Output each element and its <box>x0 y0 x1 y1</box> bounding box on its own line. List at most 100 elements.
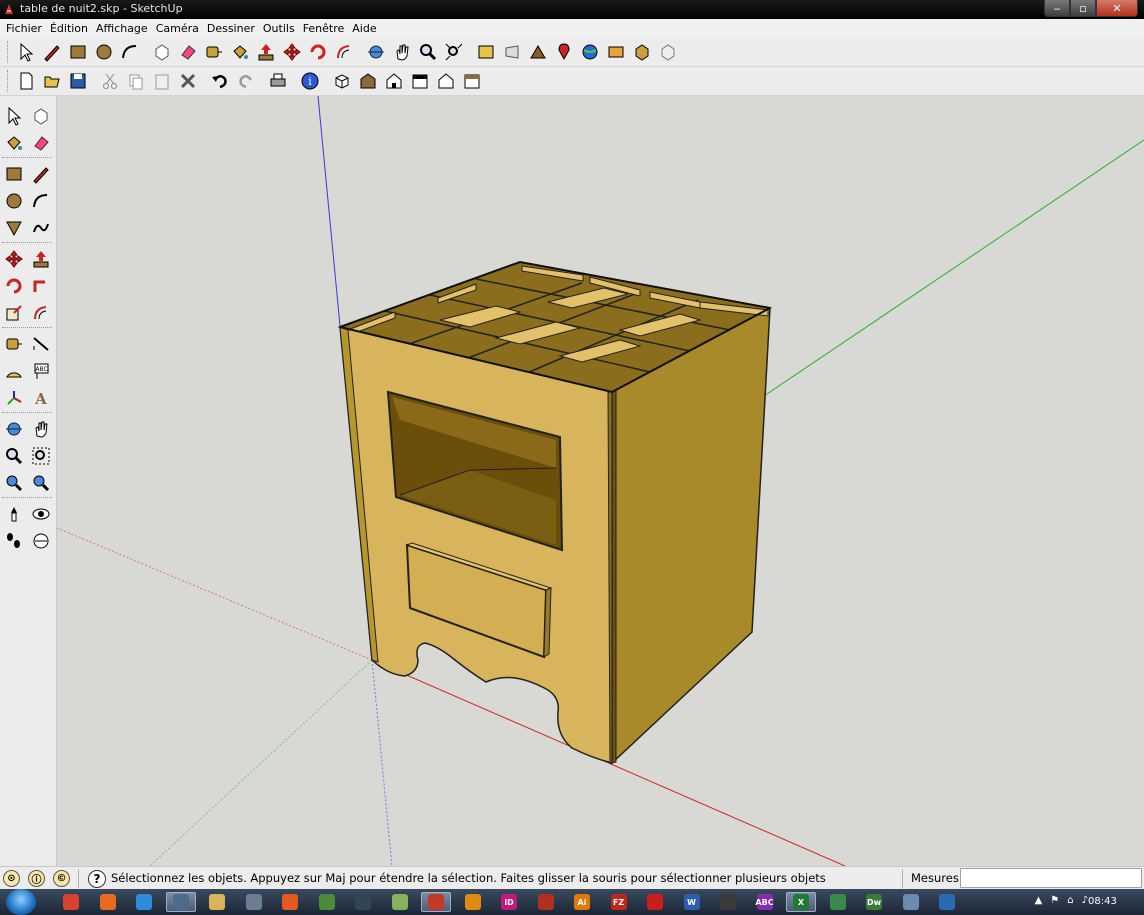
taskbar-filezilla[interactable]: FZ <box>604 892 634 912</box>
menu-fichier[interactable]: Fichier <box>2 19 46 38</box>
left-follow-me-button[interactable] <box>29 274 53 298</box>
taskbar-camera-app[interactable] <box>165 892 196 912</box>
credits-icon[interactable]: ⓘ <box>28 870 45 887</box>
taskbar-ie[interactable] <box>129 892 159 912</box>
taskbar-rss[interactable] <box>275 892 305 912</box>
model-info-button[interactable]: i <box>297 68 323 94</box>
iso-view-button[interactable] <box>329 68 355 94</box>
flag-icon[interactable]: ⚑ <box>1050 895 1059 906</box>
taskbar-explorer[interactable] <box>202 892 232 912</box>
taskbar-firefox[interactable] <box>93 892 123 912</box>
taskbar-chrome[interactable] <box>56 892 86 912</box>
left-rectangle-button[interactable] <box>2 162 26 186</box>
tape-measure-button[interactable] <box>201 39 227 65</box>
left-3d-text-button[interactable]: A <box>29 386 53 410</box>
rotate-button[interactable] <box>305 39 331 65</box>
photo-textures-button[interactable] <box>603 39 629 65</box>
taskbar-spreadsheet-app[interactable] <box>713 892 743 912</box>
eraser-button[interactable] <box>175 39 201 65</box>
open-button[interactable] <box>39 68 65 94</box>
orbit-button[interactable] <box>363 39 389 65</box>
left-zoom-window-button[interactable] <box>29 444 53 468</box>
taskbar-notes[interactable] <box>896 892 926 912</box>
menu-dessiner[interactable]: Dessiner <box>203 19 259 38</box>
save-button[interactable] <box>65 68 91 94</box>
left-arc-button[interactable] <box>29 189 53 213</box>
left-text-button[interactable]: ABC <box>29 359 53 383</box>
taskbar-vlc[interactable] <box>458 892 488 912</box>
toolbar-grip[interactable] <box>2 412 52 415</box>
arc-button[interactable] <box>117 39 143 65</box>
taskbar-notepad[interactable] <box>385 892 415 912</box>
model-viewport[interactable] <box>57 96 1144 866</box>
redo-button[interactable] <box>233 68 259 94</box>
taskbar-network[interactable] <box>348 892 378 912</box>
left-look-around-button[interactable] <box>29 502 53 526</box>
help-icon[interactable]: ? <box>88 870 106 888</box>
taskbar-dreamweaver[interactable]: Dw <box>859 892 889 912</box>
toolbar-grip[interactable] <box>2 242 52 245</box>
share-model-button[interactable] <box>499 39 525 65</box>
toolbar-grip[interactable] <box>7 70 10 92</box>
taskbar-word[interactable]: W <box>677 892 707 912</box>
close-button[interactable]: ✕ <box>1096 0 1138 17</box>
select-button[interactable] <box>13 39 39 65</box>
paste-button[interactable] <box>149 68 175 94</box>
left-pan-button[interactable] <box>29 417 53 441</box>
toolbar-grip[interactable] <box>7 41 10 63</box>
new-button[interactable] <box>13 68 39 94</box>
get-components-button[interactable] <box>629 39 655 65</box>
left-eraser-button[interactable] <box>29 131 53 155</box>
left-offset-button[interactable] <box>29 301 53 325</box>
left-axes-button[interactable] <box>2 386 26 410</box>
left-next-view-button[interactable] <box>29 471 53 495</box>
taskbar-illustrator[interactable]: Ai <box>567 892 597 912</box>
user-icon[interactable]: © <box>53 870 70 887</box>
3d-scene[interactable] <box>57 96 1144 866</box>
left-previous-view-button[interactable] <box>2 471 26 495</box>
move-button[interactable] <box>279 39 305 65</box>
toolbar-grip[interactable] <box>2 497 52 500</box>
left-paint-bucket-button[interactable] <box>2 131 26 155</box>
measure-input[interactable] <box>960 868 1142 888</box>
taskbar-tool-app[interactable] <box>312 892 342 912</box>
taskbar-excel[interactable]: X <box>786 892 816 912</box>
tray-arrow-icon[interactable]: ▲ <box>1035 895 1043 906</box>
left-circle-button[interactable] <box>2 189 26 213</box>
rectangle-button[interactable] <box>65 39 91 65</box>
taskbar-outlook[interactable] <box>932 892 962 912</box>
taskbar-abc[interactable]: ABC <box>750 892 780 912</box>
zoom-extents-button[interactable] <box>441 39 467 65</box>
taskbar-game[interactable] <box>531 892 561 912</box>
taskbar-acrobat[interactable] <box>640 892 670 912</box>
maximize-button[interactable]: ▫ <box>1070 0 1096 17</box>
taskbar-sketchup[interactable] <box>421 892 451 912</box>
left-dimension-button[interactable] <box>29 332 53 356</box>
left-move-button[interactable] <box>2 247 26 271</box>
google-earth-button[interactable] <box>577 39 603 65</box>
start-button[interactable] <box>6 889 36 915</box>
copy-button[interactable] <box>123 68 149 94</box>
back-view-button[interactable] <box>433 68 459 94</box>
menu-edition[interactable]: Édition <box>46 19 92 38</box>
taskbar-indesign[interactable]: ID <box>494 892 524 912</box>
right-view-button[interactable] <box>407 68 433 94</box>
get-models-button[interactable] <box>473 39 499 65</box>
geo-location-icon[interactable]: ⊙ <box>3 870 20 887</box>
taskbar-calculator[interactable] <box>239 892 269 912</box>
warehouse-button[interactable] <box>525 39 551 65</box>
left-zoom-button[interactable] <box>2 444 26 468</box>
share-component-button[interactable] <box>655 39 681 65</box>
front-view-button[interactable] <box>381 68 407 94</box>
left-push-pull-button[interactable] <box>29 247 53 271</box>
delete-button[interactable] <box>175 68 201 94</box>
clock[interactable]: 08:43 <box>1088 896 1117 907</box>
left-view-button[interactable] <box>459 68 485 94</box>
circle-button[interactable] <box>91 39 117 65</box>
make-component-button[interactable] <box>149 39 175 65</box>
paint-bucket-button[interactable] <box>227 39 253 65</box>
left-orbit-button[interactable] <box>2 417 26 441</box>
pencil-button[interactable] <box>39 39 65 65</box>
left-scale-button[interactable] <box>2 301 26 325</box>
left-line-button[interactable] <box>29 162 53 186</box>
